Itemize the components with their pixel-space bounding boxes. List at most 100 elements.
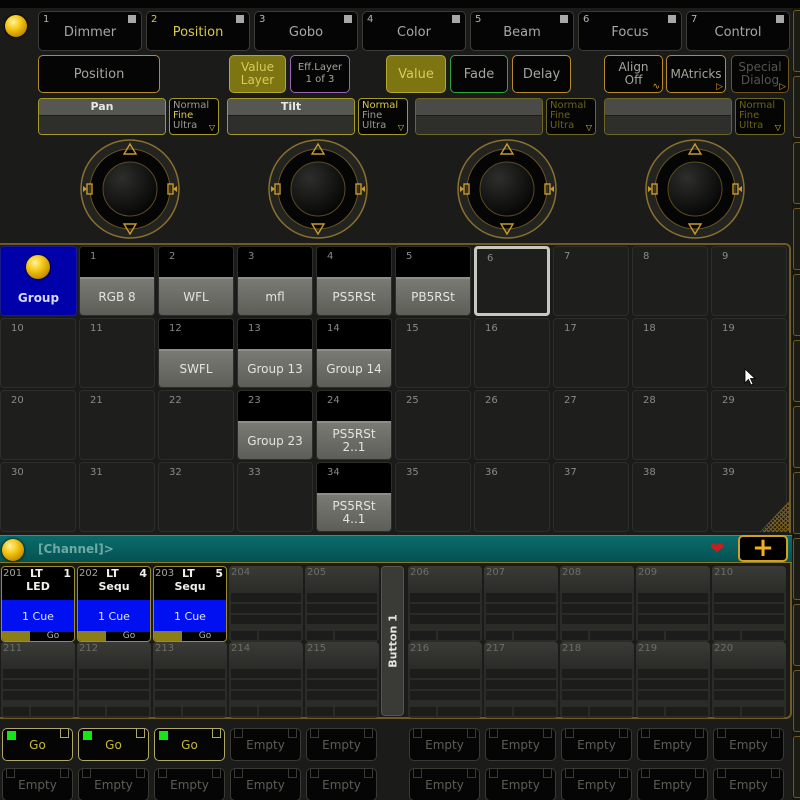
delay-button[interactable]: Delay: [512, 55, 571, 93]
group-pool-cell[interactable]: 10: [0, 318, 76, 388]
fade-button[interactable]: Fade: [450, 55, 508, 93]
preset-tab-control[interactable]: 7 Control: [686, 11, 790, 51]
executor-203[interactable]: 203 LT 5 Sequ 1 Cue Go: [153, 566, 227, 642]
rail-segment[interactable]: [793, 472, 800, 534]
encoder-resolution-selector[interactable]: Normal Fine Ultra ▽: [358, 98, 408, 135]
executor-211[interactable]: 211: [1, 642, 75, 718]
executor-209[interactable]: 209: [636, 566, 710, 642]
rail-segment[interactable]: [793, 10, 800, 72]
group-pool-cell[interactable]: 23 Group 23: [237, 390, 313, 460]
executor-empty-button[interactable]: Empty: [306, 728, 377, 761]
group-pool-cell[interactable]: 26: [474, 390, 550, 460]
preset-tab-position[interactable]: 2 Position: [146, 11, 250, 51]
executor-empty-button[interactable]: Empty: [306, 768, 377, 800]
executor-empty-button[interactable]: Empty: [485, 728, 556, 761]
preset-tab-dimmer[interactable]: 1 Dimmer: [38, 11, 142, 51]
group-pool-cell[interactable]: 21: [79, 390, 155, 460]
encoder-resolution-selector[interactable]: Normal Fine Ultra ▽: [546, 98, 596, 135]
group-pool-cell[interactable]: 31: [79, 462, 155, 532]
side-button[interactable]: Button 1: [381, 566, 404, 716]
group-pool-cell[interactable]: 2 WFL: [158, 246, 234, 316]
group-pool-cell[interactable]: 11: [79, 318, 155, 388]
executor-empty-button[interactable]: Empty: [561, 728, 632, 761]
group-pool-cell[interactable]: 14 Group 14: [316, 318, 392, 388]
encoder-attribute-tilt[interactable]: Tilt: [227, 98, 355, 135]
group-pool-cell[interactable]: 6: [474, 246, 550, 316]
executor-206[interactable]: 206: [408, 566, 482, 642]
align-button[interactable]: Align Off ∿: [604, 55, 663, 93]
encoder-attribute-empty[interactable]: [604, 98, 732, 135]
preset-ball-icon[interactable]: [5, 15, 27, 37]
executor-go-button[interactable]: Go: [78, 728, 149, 761]
executor-207[interactable]: 207: [484, 566, 558, 642]
executor-empty-button[interactable]: Empty: [230, 728, 301, 761]
encoder-resolution-selector[interactable]: Normal Fine Ultra ▽: [169, 98, 219, 135]
executor-empty-button[interactable]: Empty: [713, 768, 784, 800]
encoder-wheel[interactable]: [267, 138, 369, 240]
executor-202[interactable]: 202 LT 4 Sequ 1 Cue Go: [77, 566, 151, 642]
executor-218[interactable]: 218: [560, 642, 634, 718]
executor-213[interactable]: 213: [153, 642, 227, 718]
encoder-wheel[interactable]: [456, 138, 558, 240]
feature-position-button[interactable]: Position: [38, 55, 160, 93]
group-pool-cell[interactable]: 32: [158, 462, 234, 532]
group-pool-cell[interactable]: 20: [0, 390, 76, 460]
broken-heart-icon[interactable]: ❤: [710, 539, 724, 559]
preset-tab-beam[interactable]: 5 Beam: [470, 11, 574, 51]
preset-tab-focus[interactable]: 6 Focus: [578, 11, 682, 51]
executor-empty-button[interactable]: Empty: [230, 768, 301, 800]
preset-tab-color[interactable]: 4 Color: [362, 11, 466, 51]
rail-segment[interactable]: [793, 274, 800, 336]
executor-empty-button[interactable]: Empty: [78, 768, 149, 800]
executor-216[interactable]: 216: [408, 642, 482, 718]
executor-201[interactable]: 201 LT 1 LED 1 Cue Go: [1, 566, 75, 642]
executor-empty-button[interactable]: Empty: [2, 768, 73, 800]
encoder-wheel[interactable]: [644, 138, 746, 240]
rail-segment[interactable]: [793, 76, 800, 138]
executor-219[interactable]: 219: [636, 642, 710, 718]
group-pool-cell[interactable]: 15: [395, 318, 471, 388]
group-pool-cell[interactable]: 1 RGB 8: [79, 246, 155, 316]
executor-go-button[interactable]: Go: [2, 728, 73, 761]
group-pool-cell[interactable]: 16: [474, 318, 550, 388]
executor-205[interactable]: 205: [305, 566, 379, 642]
rail-segment[interactable]: [793, 142, 800, 204]
group-pool-cell[interactable]: 17: [553, 318, 629, 388]
executor-208[interactable]: 208: [560, 566, 634, 642]
group-pool-cell[interactable]: 38: [632, 462, 708, 532]
executor-214[interactable]: 214: [229, 642, 303, 718]
encoder-attribute-empty[interactable]: [415, 98, 543, 135]
group-pool-cell[interactable]: 34 PS5RSt 4..1: [316, 462, 392, 532]
executor-empty-button[interactable]: Empty: [409, 768, 480, 800]
rail-segment[interactable]: [793, 736, 800, 798]
executor-220[interactable]: 220: [712, 642, 786, 718]
executor-empty-button[interactable]: Empty: [561, 768, 632, 800]
group-pool-cell[interactable]: 7: [553, 246, 629, 316]
group-pool-cell[interactable]: 8: [632, 246, 708, 316]
plus-button[interactable]: +: [738, 535, 788, 562]
executor-empty-button[interactable]: Empty: [637, 768, 708, 800]
executor-empty-button[interactable]: Empty: [713, 728, 784, 761]
group-pool-title-button[interactable]: Group: [0, 246, 77, 316]
group-pool-cell[interactable]: 30: [0, 462, 76, 532]
executor-empty-button[interactable]: Empty: [409, 728, 480, 761]
executor-215[interactable]: 215: [305, 642, 379, 718]
group-pool-cell[interactable]: 9: [711, 246, 787, 316]
matricks-button[interactable]: MAtricks ▷: [666, 55, 726, 93]
group-pool-cell[interactable]: 22: [158, 390, 234, 460]
rail-segment[interactable]: [793, 406, 800, 468]
executor-212[interactable]: 212: [77, 642, 151, 718]
encoder-wheel[interactable]: [79, 138, 181, 240]
executor-210[interactable]: 210: [712, 566, 786, 642]
group-pool-cell[interactable]: 4 PS5RSt: [316, 246, 392, 316]
value-button[interactable]: Value: [386, 55, 446, 93]
group-pool-cell[interactable]: 27: [553, 390, 629, 460]
group-pool-cell[interactable]: 29: [711, 390, 787, 460]
executor-empty-button[interactable]: Empty: [637, 728, 708, 761]
executor-empty-button[interactable]: Empty: [154, 768, 225, 800]
group-pool-cell[interactable]: 3 mfl: [237, 246, 313, 316]
group-pool-cell[interactable]: 13 Group 13: [237, 318, 313, 388]
group-pool-cell[interactable]: 36: [474, 462, 550, 532]
rail-segment[interactable]: [793, 538, 800, 600]
rail-segment[interactable]: [793, 670, 800, 732]
